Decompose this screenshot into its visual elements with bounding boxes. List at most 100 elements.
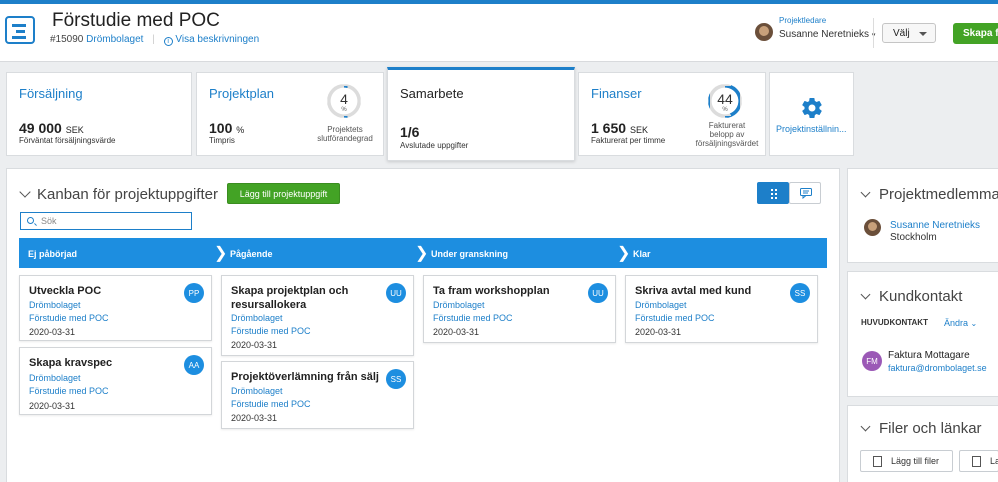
show-description-link[interactable]: Visa beskrivningen [175,34,259,45]
gear-icon [802,98,822,119]
task-client-link[interactable]: Drömbolaget [433,300,485,310]
change-contact-link[interactable]: Ändra ⌄ [944,318,977,328]
add-link-button[interactable]: La [959,450,998,472]
contact-avatar: FM [862,351,882,371]
task-date: 2020-03-31 [635,327,682,337]
create-invoice-button[interactable]: Skapa fa [953,23,998,44]
tile-plan-value: 100 % [209,120,245,136]
kanban-title[interactable]: Kanban för projektuppgifter [19,186,218,203]
task-title: Skriva avtal med kund [635,285,752,297]
task-client-link[interactable]: Drömbolaget [231,313,283,323]
invoiced-ring: 44% [708,84,742,118]
list-view-button[interactable] [789,182,821,204]
tile-finance-caption: Fakturerat per timme [591,136,666,145]
members-title[interactable]: Projektmedlemma [860,186,998,203]
info-icon: i [163,37,173,46]
chevron-down-icon: ⌄ [970,319,978,328]
chevron-down-icon [860,187,871,198]
task-project-link[interactable]: Förstudie med POC [29,386,109,396]
task-card[interactable]: Skriva avtal med kund SS Drömbolaget För… [625,275,818,343]
task-card[interactable]: Skapa projektplan och resursallokera UU … [221,275,414,356]
search-icon [27,217,34,224]
tile-finance[interactable]: Finanser 1 650 SEK Fakturerat per timme … [578,72,766,156]
document-icon [972,456,981,467]
client-link[interactable]: Drömbolaget [86,34,143,45]
kanban-columns-bar: Ej påbörjad ❯ Pågående ❯ Under gransknin… [19,238,827,268]
project-meta: #15090 Drömbolaget | i Visa beskrivninge… [50,34,260,46]
task-title: Projektöverlämning från sälj [231,371,379,383]
files-links-panel: Filer och länkar Lägg till filer La [847,405,998,482]
task-card[interactable]: Projektöverlämning från sälj SS Drömbola… [221,361,414,429]
member-name[interactable]: Susanne Neretnieks [890,220,980,231]
tile-sales[interactable]: Försäljning 49 000 SEK Förväntat försälj… [6,72,192,156]
tile-collab-name: Samarbete [400,86,464,101]
project-header: Förstudie med POC #15090 Drömbolaget | i… [0,4,998,62]
assignee-avatar: AA [184,355,204,375]
search-input[interactable]: Sök [20,212,192,230]
tile-collab-caption: Avslutade uppgifter [400,141,469,150]
header-divider [873,18,874,48]
task-title: Ta fram workshopplan [433,285,550,297]
tile-sales-value: 49 000 SEK [19,120,84,136]
column-in-progress: Pågående [230,249,273,259]
task-title: Utveckla POC [29,285,102,297]
task-project-link[interactable]: Förstudie med POC [635,313,715,323]
tile-settings[interactable]: Projektinställnin... [769,72,854,156]
kanban-view-button[interactable] [757,182,789,204]
column-not-started: Ej påbörjad [28,249,78,259]
assignee-avatar: UU [386,283,406,303]
grid-dots-icon [771,189,777,199]
project-leader-avatar [755,23,773,41]
task-date: 2020-03-31 [231,340,278,350]
task-title: Skapa kravspec [29,357,113,369]
task-project-link[interactable]: Förstudie med POC [231,326,311,336]
file-icon [873,456,882,467]
task-client-link[interactable]: Drömbolaget [231,386,283,396]
tile-project-plan[interactable]: Projektplan 100 % Timpris 4% Projektets s… [196,72,384,156]
files-title[interactable]: Filer och länkar [860,420,982,437]
customer-title[interactable]: Kundkontakt [860,288,962,305]
completion-ring: 4% [327,84,361,118]
kanban-panel: Kanban för projektuppgifter Lägg till pr… [6,168,840,482]
column-separator-icon: ❯ [617,245,631,262]
contact-email[interactable]: faktura@drombolaget.se [888,363,987,373]
member-avatar [864,219,881,236]
task-project-link[interactable]: Förstudie med POC [433,313,513,323]
column-separator-icon: ❯ [214,245,228,262]
task-title: Skapa projektplan och resursallokera [231,285,349,311]
task-client-link[interactable]: Drömbolaget [635,300,687,310]
select-dropdown[interactable]: Välj [882,23,936,43]
completion-ring-caption: Projektets slutförandegrad [317,125,373,143]
chevron-down-icon [19,186,31,198]
tile-plan-name: Projektplan [209,86,275,101]
task-card[interactable]: Utveckla POC PP Drömbolaget Förstudie me… [19,275,212,341]
task-client-link[interactable]: Drömbolaget [29,373,81,383]
search-placeholder: Sök [41,216,57,226]
task-date: 2020-03-31 [29,401,76,411]
task-project-link[interactable]: Förstudie med POC [231,399,311,409]
member-location: Stockholm [890,232,937,243]
customer-contact-panel: Kundkontakt HUVUDKONTAKT Ändra ⌄ FM Fakt… [847,271,998,397]
chevron-down-icon [860,421,871,432]
task-date: 2020-03-31 [231,413,278,423]
add-task-button[interactable]: Lägg till projektuppgift [227,183,340,204]
main-contact-label: HUVUDKONTAKT [861,318,928,327]
project-number: #15090 [50,34,84,45]
assignee-avatar: SS [386,369,406,389]
tile-finance-value: 1 650 SEK [591,120,648,136]
task-card[interactable]: Ta fram workshopplan UU Drömbolaget Förs… [423,275,616,343]
task-card[interactable]: Skapa kravspec AA Drömbolaget Förstudie … [19,347,212,415]
add-files-button[interactable]: Lägg till filer [860,450,953,472]
tile-finance-name: Finanser [591,86,642,101]
project-leader-name[interactable]: Susanne Neretnieks ▾ [779,29,875,40]
tile-collab-value: 1/6 [400,124,420,140]
tile-collaboration[interactable]: Samarbete 1/6 Avslutade uppgifter [387,67,575,161]
invoiced-ring-caption: Fakturerat belopp av försäljningsvärdet [695,121,759,148]
chat-list-icon [800,188,812,199]
task-client-link[interactable]: Drömbolaget [29,300,81,310]
column-done: Klar [633,249,651,259]
task-project-link[interactable]: Förstudie med POC [29,313,109,323]
tile-sales-name: Försäljning [19,86,83,101]
tile-plan-caption: Timpris [209,136,235,145]
project-leader-role: Projektledare [779,16,827,25]
